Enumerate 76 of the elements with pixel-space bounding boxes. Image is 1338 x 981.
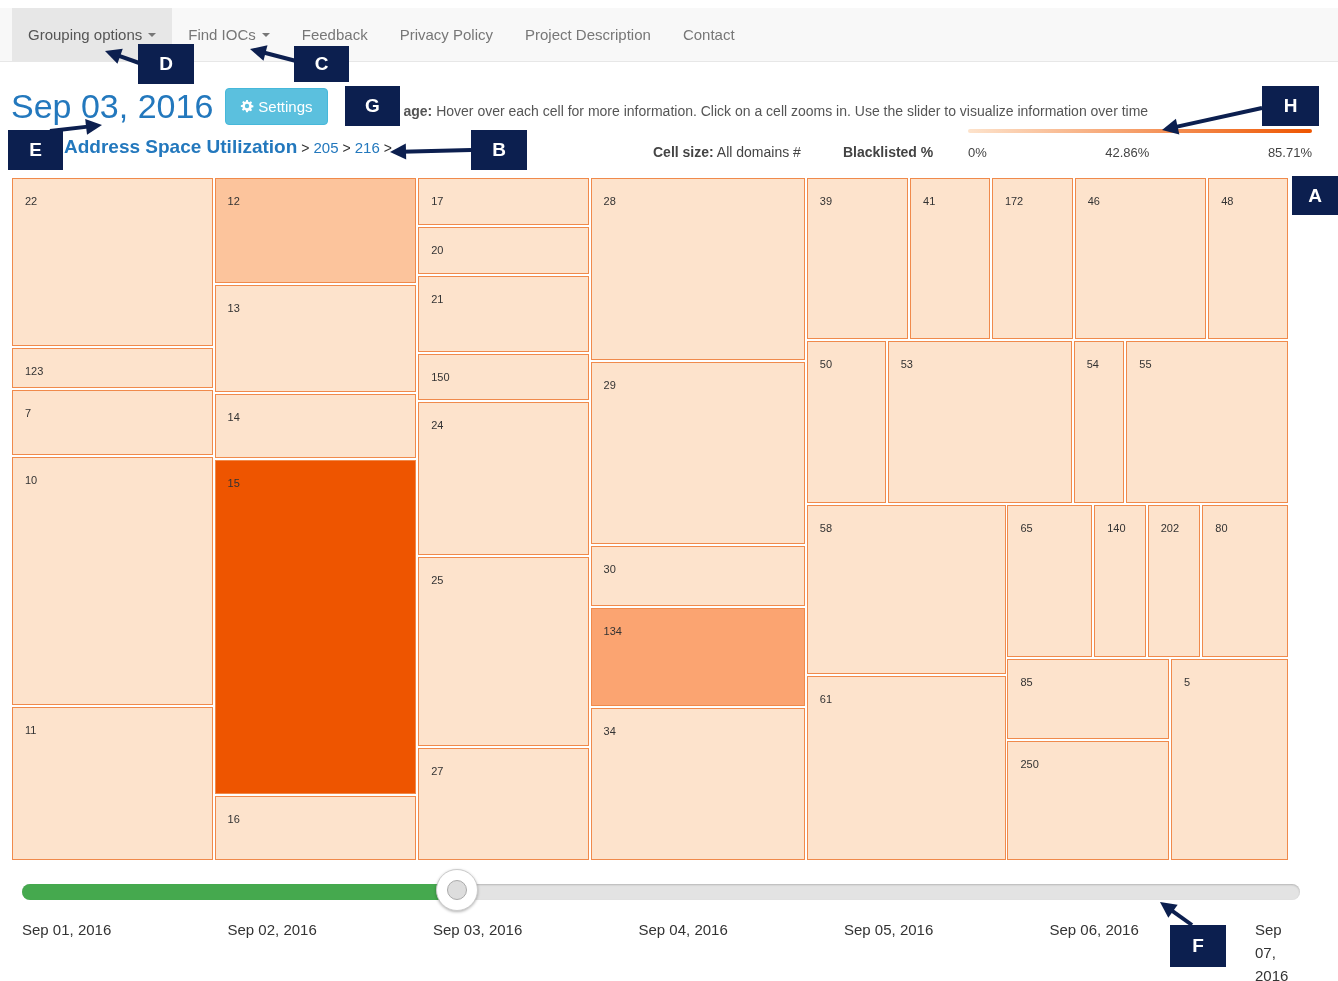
- callout-label: E: [8, 130, 63, 170]
- treemap-cell[interactable]: 14: [214, 394, 417, 458]
- callout-label: G: [345, 86, 400, 126]
- date-label: Sep 05, 2016: [844, 920, 934, 940]
- breadcrumb-separator: >: [383, 140, 392, 156]
- treemap-cell[interactable]: 53: [887, 341, 1072, 503]
- treemap-cell[interactable]: 10: [12, 457, 213, 705]
- treemap-cell[interactable]: 17: [418, 178, 589, 225]
- date-label: Sep 07, 2016: [1255, 920, 1290, 981]
- callout-label: H: [1262, 86, 1319, 126]
- breadcrumb-link[interactable]: 205: [313, 139, 339, 156]
- breadcrumb-link[interactable]: Address Space Utilization: [64, 136, 298, 158]
- callout-label: F: [1170, 925, 1226, 967]
- treemap-cell[interactable]: 54: [1073, 341, 1125, 503]
- callout-label: C: [294, 46, 349, 82]
- treemap-cell[interactable]: 25: [418, 557, 589, 746]
- treemap-cell[interactable]: 123: [12, 348, 213, 388]
- nav-link[interactable]: Contact: [666, 23, 751, 46]
- treemap-cell[interactable]: 65: [1007, 505, 1093, 657]
- treemap-cell[interactable]: 24: [418, 402, 589, 555]
- treemap-cell[interactable]: 11: [12, 707, 213, 860]
- treemap-cell[interactable]: 61: [806, 676, 1006, 860]
- treemap-cell[interactable]: 28: [590, 178, 805, 360]
- treemap-cell[interactable]: 34: [590, 708, 805, 860]
- treemap-cell[interactable]: 134: [590, 608, 805, 706]
- date-title: Sep 03, 2016: [11, 89, 214, 123]
- legend-title: Blacklisted %: [843, 144, 935, 162]
- breadcrumb-separator: >: [342, 140, 351, 156]
- treemap-cell[interactable]: 22: [12, 178, 213, 346]
- treemap-cell[interactable]: 250: [1007, 741, 1170, 860]
- breadcrumb-separator: >: [301, 140, 310, 156]
- nav-link[interactable]: Privacy Policy: [383, 23, 509, 46]
- treemap-cell[interactable]: 29: [590, 362, 805, 544]
- gear-icon: [240, 99, 255, 113]
- treemap-cell[interactable]: 85: [1007, 659, 1170, 739]
- treemap-cell[interactable]: 58: [806, 505, 1006, 674]
- treemap-cell[interactable]: 150: [418, 354, 589, 400]
- treemap-cell[interactable]: 202: [1147, 505, 1201, 657]
- nav-link[interactable]: Find IOCs: [172, 23, 286, 46]
- treemap-cell[interactable]: 15: [214, 460, 417, 794]
- callout-label: A: [1292, 176, 1338, 215]
- treemap-cell[interactable]: 13: [214, 285, 417, 392]
- treemap-cell[interactable]: 50: [806, 341, 886, 503]
- callout-arrow: [1160, 902, 1194, 927]
- legend-tick: 0%: [968, 145, 987, 160]
- treemap-cell[interactable]: 39: [806, 178, 909, 339]
- nav-link[interactable]: Project Description: [509, 23, 667, 46]
- usage-text: age: Hover over each cell for more information. Click on a cell zooms in. Use the slider to visualize information over time: [403, 103, 1149, 119]
- treemap-cell[interactable]: 20: [418, 227, 589, 274]
- treemap-cell[interactable]: 5: [1171, 659, 1288, 860]
- treemap-cell[interactable]: 21: [418, 276, 589, 352]
- legend-tick: 85.71%: [1267, 145, 1312, 160]
- treemap-cell[interactable]: 55: [1126, 341, 1288, 503]
- treemap-cell[interactable]: 12: [214, 178, 417, 283]
- treemap-cell[interactable]: 7: [12, 390, 213, 455]
- legend-tick: 42.86%: [1105, 145, 1150, 160]
- treemap-cell[interactable]: 16: [214, 796, 417, 860]
- treemap-cell[interactable]: 30: [590, 546, 805, 606]
- treemap-cell[interactable]: 27: [418, 748, 589, 860]
- treemap-cell[interactable]: 48: [1208, 178, 1288, 339]
- cell-size-label: Cell size: All domains #: [653, 144, 802, 162]
- date-label: Sep 02, 2016: [227, 920, 317, 940]
- breadcrumb-link[interactable]: 216: [354, 139, 380, 156]
- date-label: Sep 06, 2016: [1049, 920, 1139, 940]
- date-label: Sep 04, 2016: [638, 920, 728, 940]
- treemap-cell[interactable]: 41: [910, 178, 990, 339]
- treemap-cell[interactable]: 80: [1202, 505, 1288, 657]
- treemap-cell[interactable]: 172: [991, 178, 1073, 339]
- nav-link[interactable]: Feedback: [285, 23, 384, 46]
- callout-label: B: [471, 130, 527, 170]
- date-label: Sep 03, 2016: [433, 920, 523, 940]
- treemap-cell[interactable]: 140: [1094, 505, 1146, 657]
- treemap-cell[interactable]: 46: [1074, 178, 1207, 339]
- slider-handle[interactable]: [435, 869, 478, 911]
- date-label: Sep 01, 2016: [22, 920, 112, 940]
- callout-label: D: [138, 44, 194, 84]
